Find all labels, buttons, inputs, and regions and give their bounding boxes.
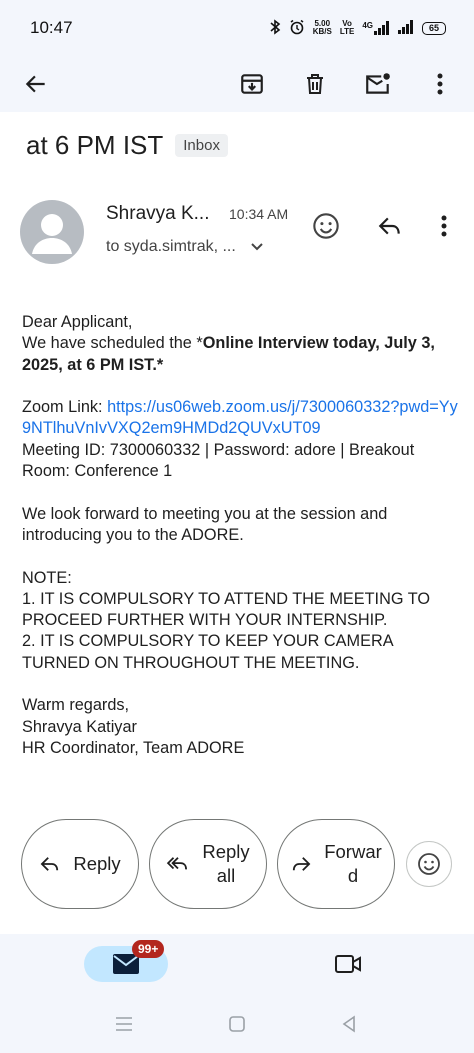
reply-all-icon (167, 857, 188, 870)
subject-row: at 6 PM IST Inbox (26, 130, 228, 161)
signal-icon (398, 19, 414, 37)
body-note-1: 1. IT IS COMPULSORY TO ATTEND THE MEETIN… (22, 589, 431, 630)
app-bar (0, 56, 474, 112)
battery-indicator: 65 (422, 21, 446, 35)
recipient-row[interactable]: to syda.simtrak, ... (106, 238, 264, 256)
body-signer-name: Shravya Katiyar (22, 717, 137, 736)
email-subject: at 6 PM IST (26, 130, 164, 160)
body-note-2: 2. IT IS COMPULSORY TO KEEP YOUR CAMERA … (22, 632, 393, 672)
arrow-back-icon (25, 75, 45, 93)
more-vert-icon (441, 215, 447, 237)
trash-icon (307, 74, 323, 94)
body-zoom: Zoom Link: https://us06web.zoom.us/j/730… (22, 397, 462, 440)
archive-button[interactable] (232, 64, 272, 104)
reply-all-button[interactable]: Reply all (149, 819, 267, 909)
schedule-prefix: We have scheduled the * (22, 334, 203, 353)
system-nav-bar (0, 996, 474, 1053)
zoom-label: Zoom Link: (22, 398, 108, 417)
more-vert-icon (437, 73, 443, 95)
alarm-icon (289, 19, 305, 38)
volte-bottom: LTE (339, 27, 355, 36)
home-square-icon (229, 1016, 245, 1032)
status-time: 10:47 (30, 18, 73, 37)
email-time: 10:34 AM (229, 206, 289, 222)
forward-icon (293, 857, 311, 871)
mark-unread-button[interactable] (358, 64, 398, 104)
avatar[interactable] (20, 200, 84, 264)
chevron-down-icon (251, 243, 263, 251)
meet-tab[interactable] (328, 944, 368, 984)
back-triangle-icon (342, 1015, 355, 1033)
reply-all-line2: all (216, 865, 236, 886)
message-more-button[interactable] (424, 206, 464, 246)
reply-icon-button[interactable] (370, 206, 410, 246)
body-greeting: Dear Applicant, (22, 313, 133, 331)
body-meeting-info: Meeting ID: 7300060332 | Password: adore… (22, 440, 415, 481)
reply-button[interactable]: Reply (21, 819, 139, 909)
status-bar: 10:47 5.00 KB/S Vo LTE 4G 65 (0, 0, 474, 56)
status-icons: 5.00 KB/S Vo LTE 4G 65 (269, 18, 446, 38)
sender-name[interactable]: Shravya K... (106, 203, 210, 225)
reply-icon (378, 217, 400, 235)
mail-tab[interactable]: 99+ (84, 940, 168, 982)
body-look-forward: We look forward to meeting you at the se… (22, 504, 388, 544)
mail-unread-icon (366, 73, 390, 94)
reply-all-label: Reply all (202, 840, 249, 888)
emoji-icon (313, 213, 339, 239)
reply-icon (40, 857, 59, 871)
forward-line2: d (347, 865, 359, 886)
video-icon (335, 955, 361, 973)
network-speed-unit: KB/S (312, 27, 332, 36)
home-button[interactable] (217, 1004, 257, 1044)
inbox-label-chip[interactable]: Inbox (175, 134, 228, 157)
system-back-button[interactable] (329, 1004, 369, 1044)
forward-button[interactable]: Forwar d (277, 819, 395, 909)
emoji-react-button[interactable] (306, 206, 346, 246)
forward-line1: Forwar (324, 841, 382, 862)
menu-icon (116, 1017, 132, 1031)
delete-button[interactable] (295, 64, 335, 104)
body-note-title: NOTE: (22, 568, 72, 587)
body-signoff: Warm regards, (22, 696, 130, 715)
recent-apps-button[interactable] (104, 1004, 144, 1044)
bluetooth-icon (269, 18, 281, 38)
add-reaction-button[interactable] (406, 841, 452, 887)
body-schedule: We have scheduled the *Online Interview … (22, 333, 462, 376)
bottom-nav: 99+ (0, 934, 474, 996)
email-content[interactable]: at 6 PM IST Inbox Shravya K... 10:34 AM … (0, 112, 474, 934)
back-button[interactable] (16, 64, 56, 104)
forward-label: Forwar d (324, 840, 382, 888)
archive-icon (241, 74, 263, 94)
recipient-text: to syda.simtrak, ... (106, 238, 236, 255)
emoji-icon (418, 853, 440, 875)
signal-label: 4G (362, 21, 373, 30)
unread-count-badge: 99+ (132, 940, 165, 958)
email-body: Dear Applicant, We have scheduled the *O… (22, 312, 462, 759)
reply-label: Reply (73, 853, 121, 874)
volte-indicator: Vo LTE (340, 20, 355, 36)
person-icon (32, 214, 72, 254)
signal-4g-icon: 4G (362, 21, 390, 35)
body-signer-title: HR Coordinator, Team ADORE (22, 738, 245, 757)
reply-all-line1: Reply (202, 841, 250, 862)
network-speed: 5.00 KB/S (313, 20, 332, 36)
more-options-button[interactable] (420, 64, 460, 104)
